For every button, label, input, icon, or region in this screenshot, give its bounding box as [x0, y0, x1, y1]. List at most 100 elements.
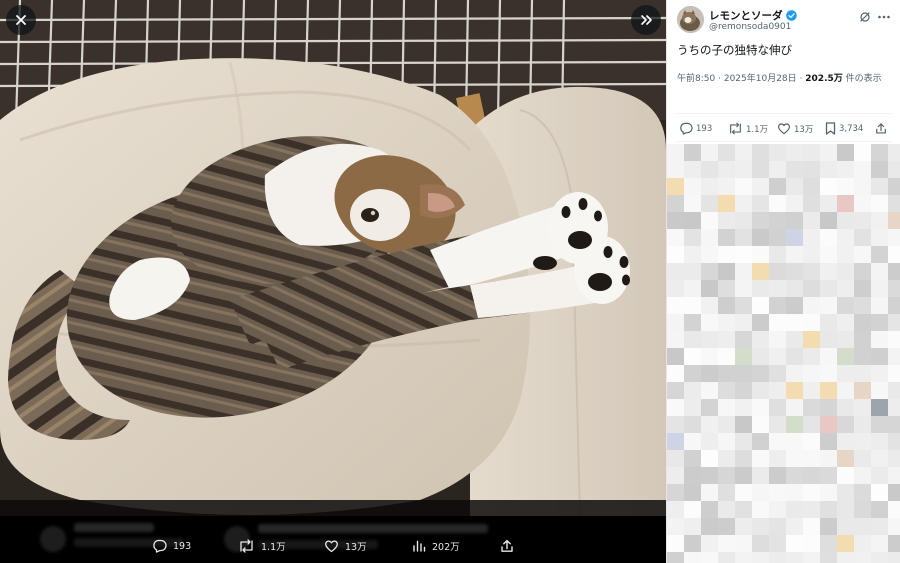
- bookmark-stat-button[interactable]: 3,734: [825, 122, 863, 135]
- mosaic-block: [854, 450, 871, 467]
- mosaic-block: [684, 246, 701, 263]
- mosaic-block: [803, 229, 820, 246]
- bookmark-count: 3,734: [839, 123, 864, 134]
- mosaic-block: [701, 195, 718, 212]
- mosaic-block: [735, 433, 752, 450]
- viewer-reply-button[interactable]: 193: [152, 539, 191, 553]
- pixelated-replies-area: [667, 144, 900, 563]
- mosaic-block: [667, 518, 684, 535]
- author-handle[interactable]: @remonsoda0901: [709, 22, 791, 32]
- mosaic-block: [871, 501, 888, 518]
- mosaic-block: [820, 280, 837, 297]
- mosaic-block: [888, 382, 900, 399]
- mosaic-block: [718, 518, 735, 535]
- mosaic-block: [803, 399, 820, 416]
- post-time[interactable]: 午前8:50: [677, 74, 715, 84]
- mosaic-block: [854, 212, 871, 229]
- viewer-share-button[interactable]: [500, 539, 514, 553]
- mosaic-block: [769, 365, 786, 382]
- post-date[interactable]: 2025年10月28日: [724, 74, 797, 84]
- mosaic-block: [837, 229, 854, 246]
- meta-separator: ·: [718, 74, 721, 84]
- mosaic-block: [718, 416, 735, 433]
- mosaic-block: [871, 246, 888, 263]
- mosaic-block: [820, 399, 837, 416]
- mosaic-block: [854, 382, 871, 399]
- mosaic-block: [752, 433, 769, 450]
- viewer-like-count: 13万: [345, 542, 367, 553]
- mosaic-block: [752, 144, 769, 161]
- mosaic-block: [752, 161, 769, 178]
- viewer-views-button[interactable]: 202万: [412, 539, 460, 553]
- mosaic-block: [769, 348, 786, 365]
- mosaic-block: [769, 382, 786, 399]
- mosaic-block: [820, 501, 837, 518]
- mosaic-block: [786, 365, 803, 382]
- more-options-button[interactable]: [877, 8, 891, 27]
- mosaic-block: [871, 348, 888, 365]
- mosaic-block: [837, 501, 854, 518]
- mosaic-block: [735, 263, 752, 280]
- viewer-like-button[interactable]: 13万: [324, 539, 367, 553]
- heart-icon: [777, 123, 791, 135]
- mosaic-block: [820, 552, 837, 563]
- close-button[interactable]: [6, 5, 36, 35]
- mosaic-block: [701, 399, 718, 416]
- mosaic-block: [854, 484, 871, 501]
- mosaic-block: [888, 552, 900, 563]
- mosaic-block: [769, 178, 786, 195]
- mosaic-block: [837, 195, 854, 212]
- mosaic-block: [735, 314, 752, 331]
- mosaic-block: [837, 246, 854, 263]
- reply-stat-button[interactable]: 193: [679, 122, 712, 135]
- post-photo[interactable]: [0, 0, 666, 516]
- mosaic-block: [854, 467, 871, 484]
- post-views-number: 202.5万: [805, 74, 843, 84]
- mosaic-block: [752, 416, 769, 433]
- mosaic-block: [837, 161, 854, 178]
- mosaic-block: [820, 433, 837, 450]
- mosaic-block: [803, 331, 820, 348]
- author-display-name[interactable]: レモンとソーダ: [709, 8, 783, 23]
- expand-panel-button[interactable]: [631, 5, 661, 35]
- mosaic-block: [718, 161, 735, 178]
- like-stat-button[interactable]: 13万: [777, 122, 813, 135]
- mosaic-block: [667, 399, 684, 416]
- mosaic-block: [718, 297, 735, 314]
- mosaic-block: [718, 552, 735, 563]
- post-meta: 午前8:50 · 2025年10月28日 · 202.5万 件の表示: [677, 72, 895, 87]
- mosaic-block: [667, 433, 684, 450]
- share-icon: [501, 539, 513, 552]
- mosaic-block: [701, 382, 718, 399]
- mosaic-block: [752, 348, 769, 365]
- mosaic-block: [701, 433, 718, 450]
- mosaic-block: [701, 535, 718, 552]
- mosaic-block: [871, 416, 888, 433]
- mosaic-block: [735, 246, 752, 263]
- mosaic-block: [752, 552, 769, 563]
- mosaic-block: [803, 467, 820, 484]
- mosaic-block: [837, 399, 854, 416]
- author-avatar[interactable]: [677, 6, 704, 33]
- mosaic-block: [888, 484, 900, 501]
- mosaic-block: [803, 161, 820, 178]
- mosaic-block: [735, 484, 752, 501]
- mosaic-block: [854, 246, 871, 263]
- mosaic-block: [769, 246, 786, 263]
- author-name-row[interactable]: レモンとソーダ: [709, 8, 797, 23]
- grok-button[interactable]: [859, 8, 871, 27]
- mosaic-block: [803, 297, 820, 314]
- mosaic-block: [718, 501, 735, 518]
- mosaic-block: [701, 229, 718, 246]
- mosaic-block: [667, 229, 684, 246]
- mosaic-block: [837, 297, 854, 314]
- mosaic-block: [888, 399, 900, 416]
- media-action-bar: 193 1.1万 13万 202万: [0, 516, 666, 563]
- mosaic-block: [769, 416, 786, 433]
- mosaic-block: [786, 280, 803, 297]
- mosaic-block: [820, 450, 837, 467]
- repost-stat-button[interactable]: 1.1万: [728, 122, 768, 135]
- share-stat-button[interactable]: [875, 122, 887, 135]
- mosaic-block: [837, 450, 854, 467]
- viewer-repost-button[interactable]: 1.1万: [238, 539, 286, 553]
